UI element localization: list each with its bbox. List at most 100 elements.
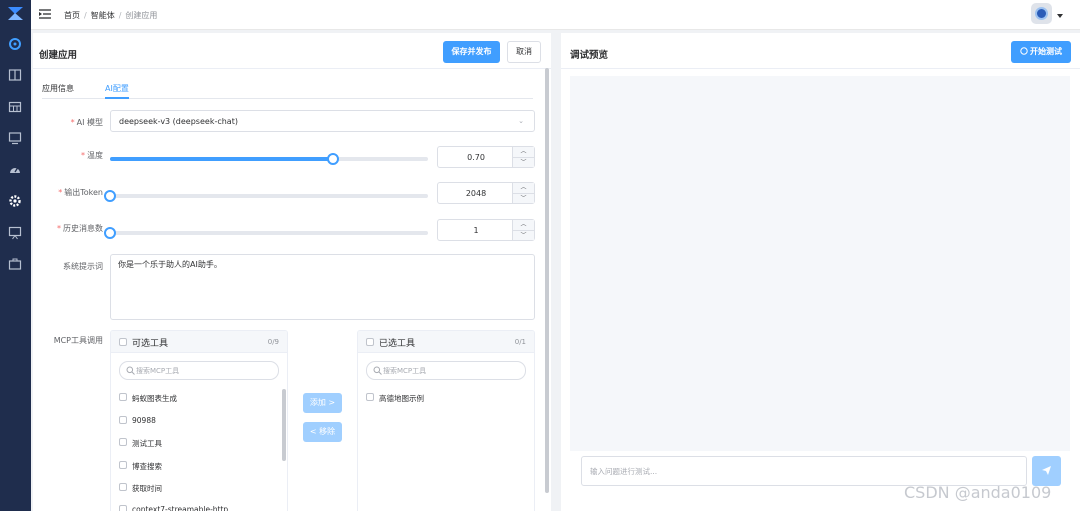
chat-icon bbox=[1020, 47, 1028, 55]
transfer-title: 可选工具 bbox=[132, 339, 169, 349]
select-all-checkbox[interactable] bbox=[366, 338, 374, 346]
dashboard-icon[interactable] bbox=[8, 37, 22, 51]
gauge-icon[interactable] bbox=[8, 163, 22, 177]
create-app-panel: 创建应用 保存并发布 取消 应用信息 AI配置 * AI 模型 deepseek-… bbox=[33, 33, 551, 511]
transfer-header: 可选工具 0/9 bbox=[111, 331, 287, 353]
presentation-icon[interactable] bbox=[8, 226, 22, 240]
history-value: 1 bbox=[473, 226, 479, 235]
transfer-header: 已选工具 0/1 bbox=[358, 331, 534, 353]
transfer-title: 已选工具 bbox=[379, 339, 416, 349]
tool-checkbox[interactable] bbox=[119, 483, 127, 491]
active-tab-indicator bbox=[105, 97, 129, 99]
tool-item[interactable]: 博查搜索 bbox=[119, 461, 162, 472]
search-input[interactable] bbox=[383, 364, 521, 377]
max-tokens-value: 2048 bbox=[465, 189, 487, 198]
slider-fill bbox=[110, 157, 333, 161]
tool-item[interactable]: 测试工具 bbox=[119, 438, 162, 449]
sidebar bbox=[0, 0, 31, 511]
available-tools-panel: 可选工具 0/9 蚂蚁图表生成 90988 测试工具 博查搜索 获取时间 con… bbox=[110, 330, 288, 511]
tool-item[interactable]: 蚂蚁图表生成 bbox=[119, 393, 177, 404]
tool-checkbox[interactable] bbox=[366, 393, 374, 401]
slider-handle[interactable] bbox=[104, 190, 116, 202]
tab-app-info[interactable]: 应用信息 bbox=[42, 83, 74, 94]
increment-icon[interactable]: ︿ bbox=[513, 147, 534, 157]
chat-input-box[interactable] bbox=[581, 456, 1027, 486]
tool-checkbox[interactable] bbox=[119, 505, 127, 511]
model-label: * AI 模型 bbox=[70, 118, 103, 127]
transfer-count: 0/1 bbox=[514, 338, 526, 346]
send-icon bbox=[1042, 466, 1051, 475]
monitor-icon[interactable] bbox=[8, 131, 22, 145]
tool-checkbox[interactable] bbox=[119, 461, 127, 469]
mcp-label: MCP工具调用 bbox=[53, 336, 103, 345]
list-scrollbar[interactable] bbox=[282, 389, 286, 461]
increment-icon[interactable]: ︿ bbox=[513, 183, 534, 193]
chat-preview-area bbox=[570, 76, 1070, 451]
tool-item[interactable]: 高德地图示例 bbox=[366, 393, 424, 404]
search-icon bbox=[373, 366, 382, 375]
max-tokens-stepper[interactable]: 2048 ︿ ﹀ bbox=[437, 182, 535, 204]
increment-icon[interactable]: ︿ bbox=[513, 220, 534, 230]
decrement-icon[interactable]: ﹀ bbox=[513, 230, 534, 240]
system-prompt-value: 你是一个乐于助人的AI助手。 bbox=[118, 260, 222, 269]
system-prompt-textarea[interactable]: 你是一个乐于助人的AI助手。 bbox=[110, 254, 535, 320]
transfer-count: 0/9 bbox=[267, 338, 279, 346]
available-tools-search[interactable] bbox=[119, 361, 279, 380]
temperature-stepper[interactable]: 0.70 ︿ ﹀ bbox=[437, 146, 535, 168]
selected-tools-panel: 已选工具 0/1 高德地图示例 bbox=[357, 330, 535, 511]
page-title: 创建应用 bbox=[39, 50, 78, 61]
system-prompt-label: 系统提示词 bbox=[63, 262, 103, 271]
send-button[interactable] bbox=[1032, 456, 1061, 486]
save-publish-button[interactable]: 保存并发布 bbox=[443, 41, 500, 63]
logo-icon[interactable] bbox=[7, 5, 24, 22]
decrement-icon[interactable]: ﹀ bbox=[513, 193, 534, 203]
search-input[interactable] bbox=[136, 364, 274, 377]
tool-item[interactable]: 获取时间 bbox=[119, 483, 162, 494]
model-value: deepseek-v3 (deepseek-chat) bbox=[119, 117, 238, 126]
breadcrumb-current: 创建应用 bbox=[125, 11, 158, 20]
avatar[interactable] bbox=[1031, 3, 1052, 24]
panel-header: 调试预览 开始测试 bbox=[561, 33, 1080, 69]
book-icon[interactable] bbox=[8, 68, 22, 82]
model-select[interactable]: deepseek-v3 (deepseek-chat) ⌄ bbox=[110, 110, 535, 132]
history-slider[interactable] bbox=[104, 227, 428, 239]
slider-handle[interactable] bbox=[326, 153, 339, 165]
history-label: * 历史消息数 bbox=[57, 224, 103, 233]
breadcrumb: 首页 / 智能体 / 创建应用 bbox=[64, 11, 158, 20]
selected-tools-search[interactable] bbox=[366, 361, 526, 380]
panel-header: 创建应用 保存并发布 取消 bbox=[33, 33, 551, 69]
decrement-icon[interactable]: ﹀ bbox=[513, 157, 534, 167]
debug-preview-panel: 调试预览 开始测试 bbox=[561, 33, 1080, 511]
breadcrumb-section[interactable]: 智能体 bbox=[91, 11, 115, 20]
table-icon[interactable] bbox=[8, 100, 22, 114]
user-menu-caret-icon[interactable] bbox=[1057, 14, 1063, 18]
chat-input[interactable] bbox=[590, 465, 1010, 478]
select-all-checkbox[interactable] bbox=[119, 338, 127, 346]
max-tokens-label: * 输出Token bbox=[58, 188, 103, 197]
tool-item[interactable]: context7-streamable-http bbox=[119, 505, 228, 511]
temperature-label: * 温度 bbox=[81, 151, 103, 160]
panel-scrollbar[interactable] bbox=[545, 68, 549, 493]
preview-title: 调试预览 bbox=[570, 50, 609, 61]
remove-tool-button[interactable]: < 移除 bbox=[303, 422, 342, 442]
temperature-slider[interactable] bbox=[110, 153, 428, 165]
tool-checkbox[interactable] bbox=[119, 438, 127, 446]
chevron-down-icon: ⌄ bbox=[518, 117, 524, 125]
tab-ai-config[interactable]: AI配置 bbox=[105, 83, 129, 94]
breadcrumb-home[interactable]: 首页 bbox=[64, 11, 80, 20]
tool-checkbox[interactable] bbox=[119, 416, 127, 424]
search-icon bbox=[126, 366, 135, 375]
watermark: CSDN @anda0109 bbox=[904, 483, 1052, 502]
menu-toggle-icon[interactable] bbox=[39, 8, 51, 20]
history-stepper[interactable]: 1 ︿ ﹀ bbox=[437, 219, 535, 241]
settings-icon[interactable] bbox=[8, 194, 22, 208]
cancel-button[interactable]: 取消 bbox=[507, 41, 541, 63]
add-tool-button[interactable]: 添加 > bbox=[303, 393, 342, 413]
top-bar: 首页 / 智能体 / 创建应用 bbox=[31, 0, 1080, 30]
briefcase-icon[interactable] bbox=[8, 257, 22, 271]
tool-checkbox[interactable] bbox=[119, 393, 127, 401]
slider-handle[interactable] bbox=[104, 227, 116, 239]
start-test-button[interactable]: 开始测试 bbox=[1011, 41, 1071, 63]
tool-item[interactable]: 90988 bbox=[119, 416, 156, 425]
max-tokens-slider[interactable] bbox=[104, 190, 428, 202]
